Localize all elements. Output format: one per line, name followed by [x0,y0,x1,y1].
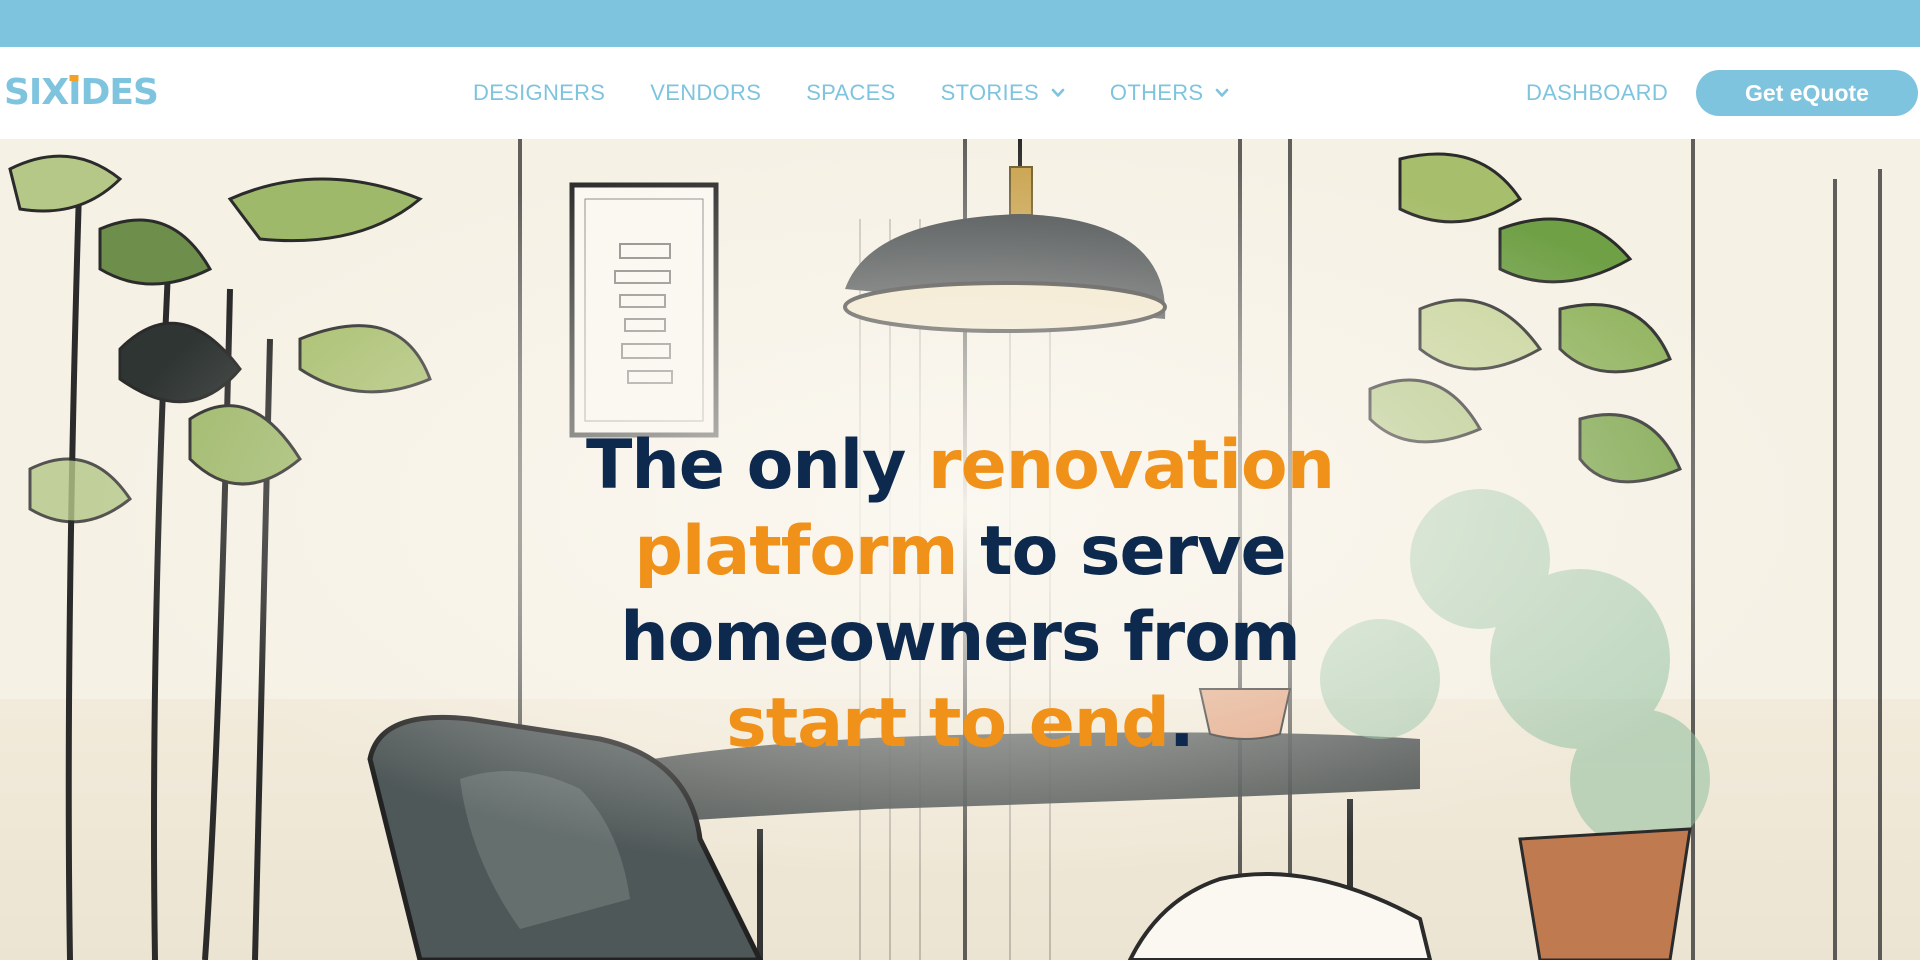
logo-text-end: DES [80,72,158,113]
sixides-logo[interactable]: SIX I DES [4,72,159,113]
chevron-down-icon [1216,88,1229,97]
nav-spaces[interactable]: SPACES [806,80,895,106]
nav-stories-dropdown[interactable]: STORIES [941,80,1065,106]
nav-others-label: OTHERS [1109,80,1204,105]
nav-vendors[interactable]: VENDORS [650,80,761,106]
headline-line3-text: homeowners from [620,597,1301,677]
headline-highlight-renovation: renovation [928,425,1335,505]
chevron-down-icon [1051,88,1065,97]
hero-section: The only renovation platform to serve ho… [0,139,1920,960]
nav-vendors-label: VENDORS [650,80,762,105]
nav-links: DESIGNERS VENDORS SPACES STORIES OTHERS [473,47,1274,139]
logo-text-i: I [68,73,81,113]
headline-line1-text: The only [586,425,929,505]
headline-line2-text: to serve [957,511,1286,591]
nav-others-dropdown[interactable]: OTHERS [1110,80,1229,106]
top-banner [0,0,1920,47]
nav-spaces-label: SPACES [806,80,896,105]
get-equote-button[interactable]: Get eQuote [1696,70,1918,116]
nav-designers-label: DESIGNERS [473,80,606,105]
headline-highlight-start-to-end: start to end [726,683,1170,763]
nav-designers[interactable]: DESIGNERS [473,80,605,106]
logo-text-start: SIX [4,72,69,113]
hero-headline: The only renovation platform to serve ho… [560,423,1360,767]
logo-accent-mark [69,75,79,81]
main-navigation: SIX I DES DESIGNERS VENDORS SPACES STORI… [0,47,1920,139]
nav-stories-label: STORIES [940,80,1039,105]
headline-highlight-platform: platform [634,511,958,591]
dashboard-link[interactable]: DASHBOARD [1526,80,1668,106]
headline-period: . [1168,683,1195,763]
